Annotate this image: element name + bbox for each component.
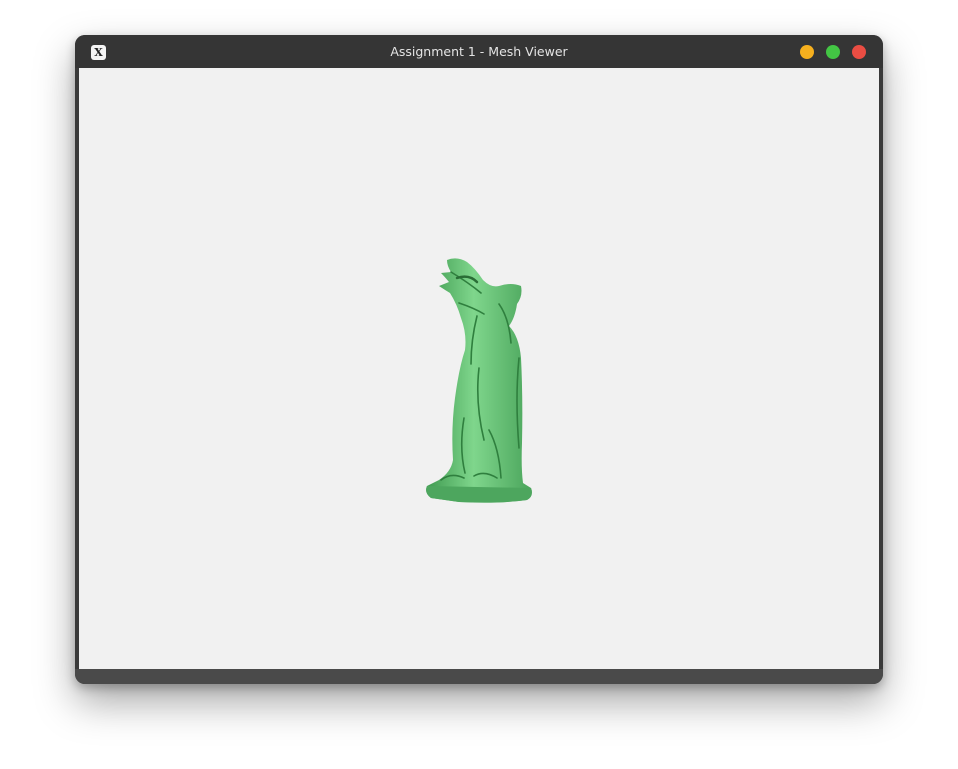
close-button[interactable] <box>852 45 866 59</box>
maximize-button[interactable] <box>826 45 840 59</box>
mesh-base <box>426 486 532 503</box>
window-bottom-border <box>75 669 883 684</box>
mesh-body <box>426 258 532 503</box>
title-bar[interactable]: X Assignment 1 - Mesh Viewer <box>75 35 883 68</box>
minimize-button[interactable] <box>800 45 814 59</box>
app-window: X Assignment 1 - Mesh Viewer <box>75 35 883 684</box>
window-title: Assignment 1 - Mesh Viewer <box>390 44 568 59</box>
gargoyle-mesh <box>426 258 532 503</box>
mesh-viewport[interactable] <box>79 68 879 669</box>
